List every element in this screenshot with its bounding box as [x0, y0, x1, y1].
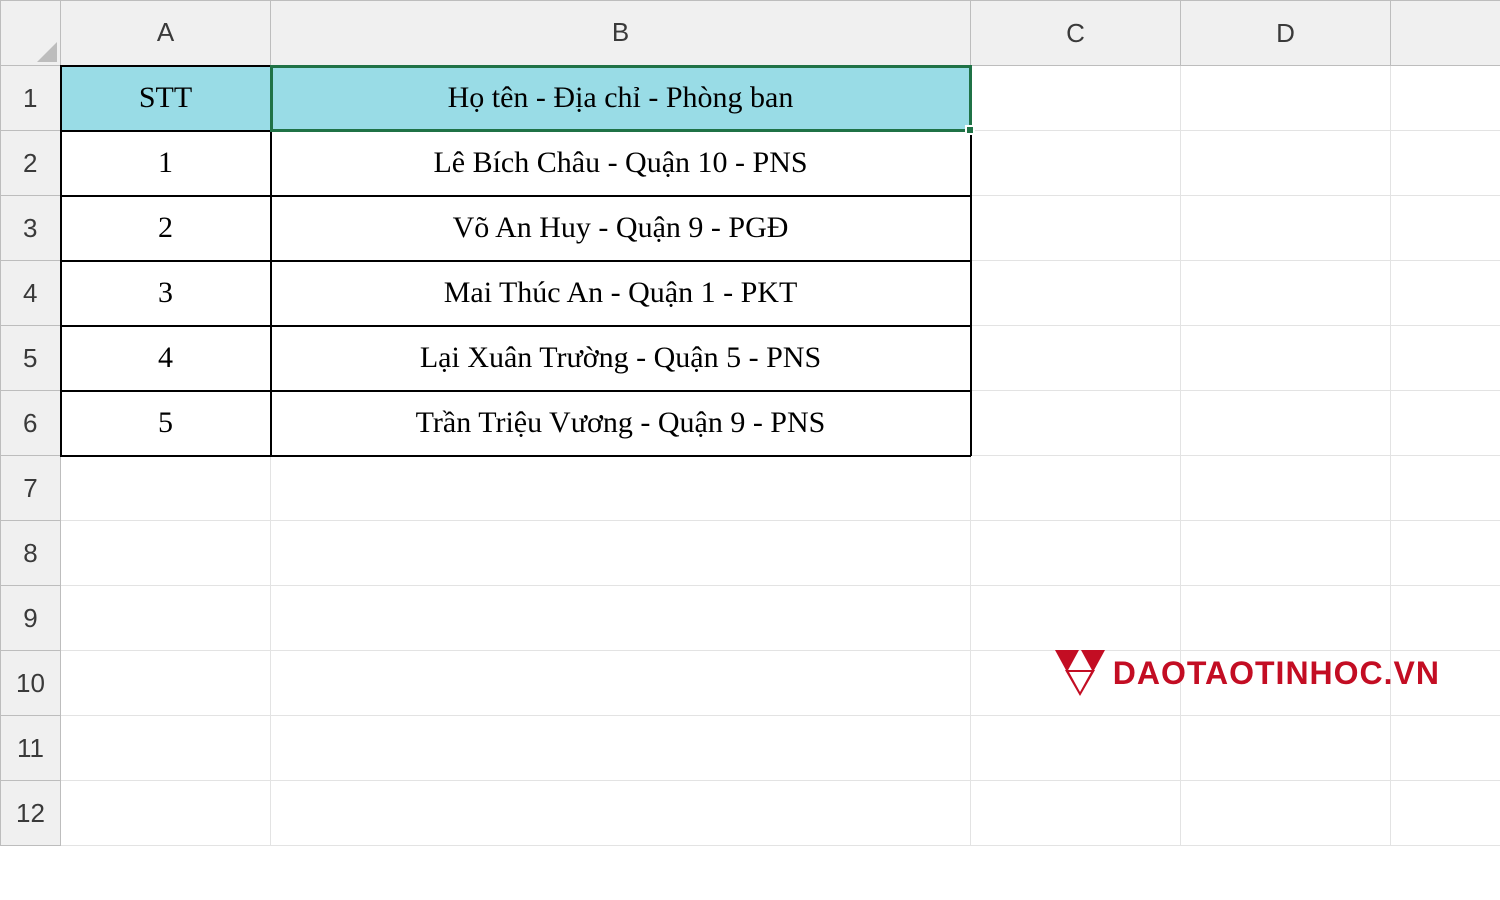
cell-D1[interactable] [1181, 66, 1391, 131]
row-header-1[interactable]: 1 [1, 66, 61, 131]
column-header-row: A B C D [1, 1, 1500, 66]
cell-B3[interactable]: Võ An Huy - Quận 9 - PGĐ [271, 196, 971, 261]
col-header-D[interactable]: D [1181, 1, 1391, 66]
row-header-10[interactable]: 10 [1, 651, 61, 716]
cell-D7[interactable] [1181, 456, 1391, 521]
cell-D4[interactable] [1181, 261, 1391, 326]
row-2: 21Lê Bích Châu - Quận 10 - PNS [1, 131, 1500, 196]
row-header-11[interactable]: 11 [1, 716, 61, 781]
cell-D2[interactable] [1181, 131, 1391, 196]
cell-C11[interactable] [971, 716, 1181, 781]
cell-A6[interactable]: 5 [61, 391, 271, 456]
cell-D9[interactable] [1181, 586, 1391, 651]
cell-extra-8[interactable] [1391, 521, 1500, 586]
row-header-7[interactable]: 7 [1, 456, 61, 521]
col-header-extra[interactable] [1391, 1, 1500, 66]
row-8: 8 [1, 521, 1500, 586]
cell-C8[interactable] [971, 521, 1181, 586]
cell-A3[interactable]: 2 [61, 196, 271, 261]
cell-D12[interactable] [1181, 781, 1391, 846]
cell-extra-4[interactable] [1391, 261, 1500, 326]
cell-A5[interactable]: 4 [61, 326, 271, 391]
cell-B4[interactable]: Mai Thúc An - Quận 1 - PKT [271, 261, 971, 326]
cell-extra-5[interactable] [1391, 326, 1500, 391]
cell-B2[interactable]: Lê Bích Châu - Quận 10 - PNS [271, 131, 971, 196]
cell-C3[interactable] [971, 196, 1181, 261]
cell-D8[interactable] [1181, 521, 1391, 586]
cell-B5[interactable]: Lại Xuân Trường - Quận 5 - PNS [271, 326, 971, 391]
cell-C2[interactable] [971, 131, 1181, 196]
cell-extra-11[interactable] [1391, 716, 1500, 781]
cell-B6[interactable]: Trần Triệu Vương - Quận 9 - PNS [271, 391, 971, 456]
cell-extra-12[interactable] [1391, 781, 1500, 846]
cell-extra-6[interactable] [1391, 391, 1500, 456]
cell-B11[interactable] [271, 716, 971, 781]
cell-C7[interactable] [971, 456, 1181, 521]
row-1: 1STTHọ tên - Địa chỉ - Phòng ban [1, 66, 1500, 131]
cell-A1[interactable]: STT [61, 66, 271, 131]
row-11: 11 [1, 716, 1500, 781]
cell-extra-3[interactable] [1391, 196, 1500, 261]
row-header-2[interactable]: 2 [1, 131, 61, 196]
cell-A9[interactable] [61, 586, 271, 651]
select-all-corner[interactable] [1, 1, 61, 66]
col-header-A[interactable]: A [61, 1, 271, 66]
cell-B10[interactable] [271, 651, 971, 716]
cell-extra-10[interactable] [1391, 651, 1500, 716]
cell-D3[interactable] [1181, 196, 1391, 261]
cell-C4[interactable] [971, 261, 1181, 326]
cell-C9[interactable] [971, 586, 1181, 651]
col-header-B[interactable]: B [271, 1, 971, 66]
cell-B1[interactable]: Họ tên - Địa chỉ - Phòng ban [271, 66, 971, 131]
cell-B9[interactable] [271, 586, 971, 651]
cell-extra-2[interactable] [1391, 131, 1500, 196]
cell-D5[interactable] [1181, 326, 1391, 391]
cell-C12[interactable] [971, 781, 1181, 846]
col-header-C[interactable]: C [971, 1, 1181, 66]
row-header-5[interactable]: 5 [1, 326, 61, 391]
cell-B7[interactable] [271, 456, 971, 521]
row-header-4[interactable]: 4 [1, 261, 61, 326]
row-12: 12 [1, 781, 1500, 846]
row-header-12[interactable]: 12 [1, 781, 61, 846]
cell-C5[interactable] [971, 326, 1181, 391]
cell-C1[interactable] [971, 66, 1181, 131]
row-6: 65Trần Triệu Vương - Quận 9 - PNS [1, 391, 1500, 456]
cell-extra-7[interactable] [1391, 456, 1500, 521]
cell-C10[interactable] [971, 651, 1181, 716]
row-5: 54Lại Xuân Trường - Quận 5 - PNS [1, 326, 1500, 391]
cell-A4[interactable]: 3 [61, 261, 271, 326]
cell-A12[interactable] [61, 781, 271, 846]
cell-A11[interactable] [61, 716, 271, 781]
cell-extra-9[interactable] [1391, 586, 1500, 651]
row-10: 10 [1, 651, 1500, 716]
row-header-3[interactable]: 3 [1, 196, 61, 261]
row-header-8[interactable]: 8 [1, 521, 61, 586]
row-4: 43Mai Thúc An - Quận 1 - PKT [1, 261, 1500, 326]
cell-C6[interactable] [971, 391, 1181, 456]
cell-B8[interactable] [271, 521, 971, 586]
cell-A8[interactable] [61, 521, 271, 586]
cell-extra-1[interactable] [1391, 66, 1500, 131]
cell-A7[interactable] [61, 456, 271, 521]
row-9: 9 [1, 586, 1500, 651]
row-7: 7 [1, 456, 1500, 521]
cell-D11[interactable] [1181, 716, 1391, 781]
cell-B12[interactable] [271, 781, 971, 846]
spreadsheet-grid[interactable]: A B C D 1STTHọ tên - Địa chỉ - Phòng ban… [0, 0, 1500, 846]
row-header-9[interactable]: 9 [1, 586, 61, 651]
cell-A2[interactable]: 1 [61, 131, 271, 196]
cell-D6[interactable] [1181, 391, 1391, 456]
cell-A10[interactable] [61, 651, 271, 716]
row-header-6[interactable]: 6 [1, 391, 61, 456]
row-3: 32Võ An Huy - Quận 9 - PGĐ [1, 196, 1500, 261]
cell-D10[interactable] [1181, 651, 1391, 716]
